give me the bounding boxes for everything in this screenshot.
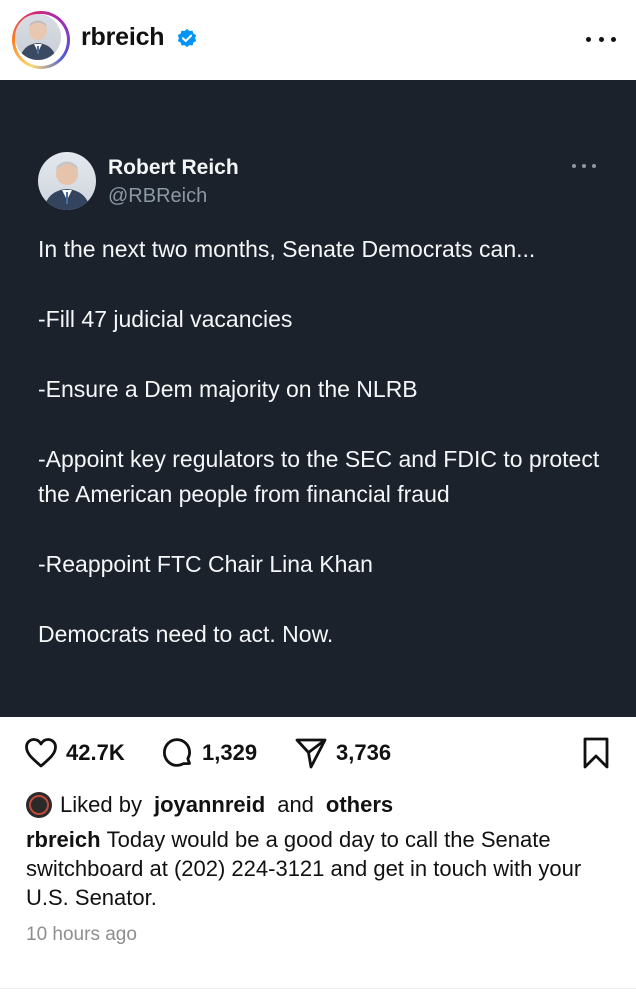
tweet-paragraph: In the next two months, Senate Democrats…	[38, 236, 536, 262]
tweet-paragraph: Democrats need to act. Now.	[38, 621, 334, 647]
tweet-body: In the next two months, Senate Democrats…	[38, 232, 608, 687]
tweet-author-handle: @RBReich	[108, 185, 208, 207]
person-icon	[19, 20, 57, 60]
like-button[interactable]: 42.7K	[24, 735, 125, 771]
tweet-paragraph: -Reappoint FTC Chair Lina Khan	[38, 551, 373, 577]
comment-icon	[163, 738, 191, 767]
post-action-bar: 42.7K 1,329 3,736	[0, 717, 636, 789]
post-timestamp: 10 hours ago	[26, 924, 137, 945]
more-options-icon[interactable]	[586, 24, 616, 54]
liker-avatar	[26, 792, 52, 818]
bookmark-icon[interactable]	[582, 737, 610, 769]
share-count: 3,736	[336, 740, 392, 765]
liked-by-others[interactable]: others	[326, 792, 393, 818]
post-caption: rbreich Today would be a good day to call…	[26, 825, 616, 912]
tweet-paragraph: -Ensure a Dem majority on the NLRB	[38, 376, 418, 402]
post-header: rbreich	[0, 0, 636, 80]
verified-badge-icon	[177, 28, 197, 48]
caption-text: Today would be a good day to call the Se…	[26, 827, 582, 910]
liked-by-line[interactable]: Liked by joyannreid and others	[26, 790, 393, 820]
tweet-avatar	[38, 152, 96, 210]
like-count: 42.7K	[66, 740, 125, 765]
tweet-paragraph: -Fill 47 judicial vacancies	[38, 306, 293, 332]
comment-count: 1,329	[202, 740, 258, 765]
tweet-paragraph: -Appoint key regulators to the SEC and F…	[38, 446, 600, 507]
person-icon	[43, 161, 91, 210]
tweet-author-name: Robert Reich	[108, 156, 239, 179]
tweet-screenshot[interactable]: Robert Reich @RBReich In the next two mo…	[0, 80, 636, 717]
paper-plane-icon	[295, 738, 327, 769]
liked-by-joiner: and	[277, 792, 314, 817]
comment-button[interactable]: 1,329	[160, 735, 257, 771]
post-username[interactable]: rbreich	[81, 23, 165, 52]
liked-by-prefix: Liked by	[60, 792, 142, 817]
tweet-more-icon	[572, 160, 596, 172]
share-button[interactable]: 3,736	[294, 735, 391, 771]
heart-icon	[25, 738, 57, 768]
divider	[0, 988, 636, 989]
liker-username[interactable]: joyannreid	[154, 792, 265, 818]
caption-username[interactable]: rbreich	[26, 827, 101, 852]
profile-avatar[interactable]	[12, 11, 70, 69]
